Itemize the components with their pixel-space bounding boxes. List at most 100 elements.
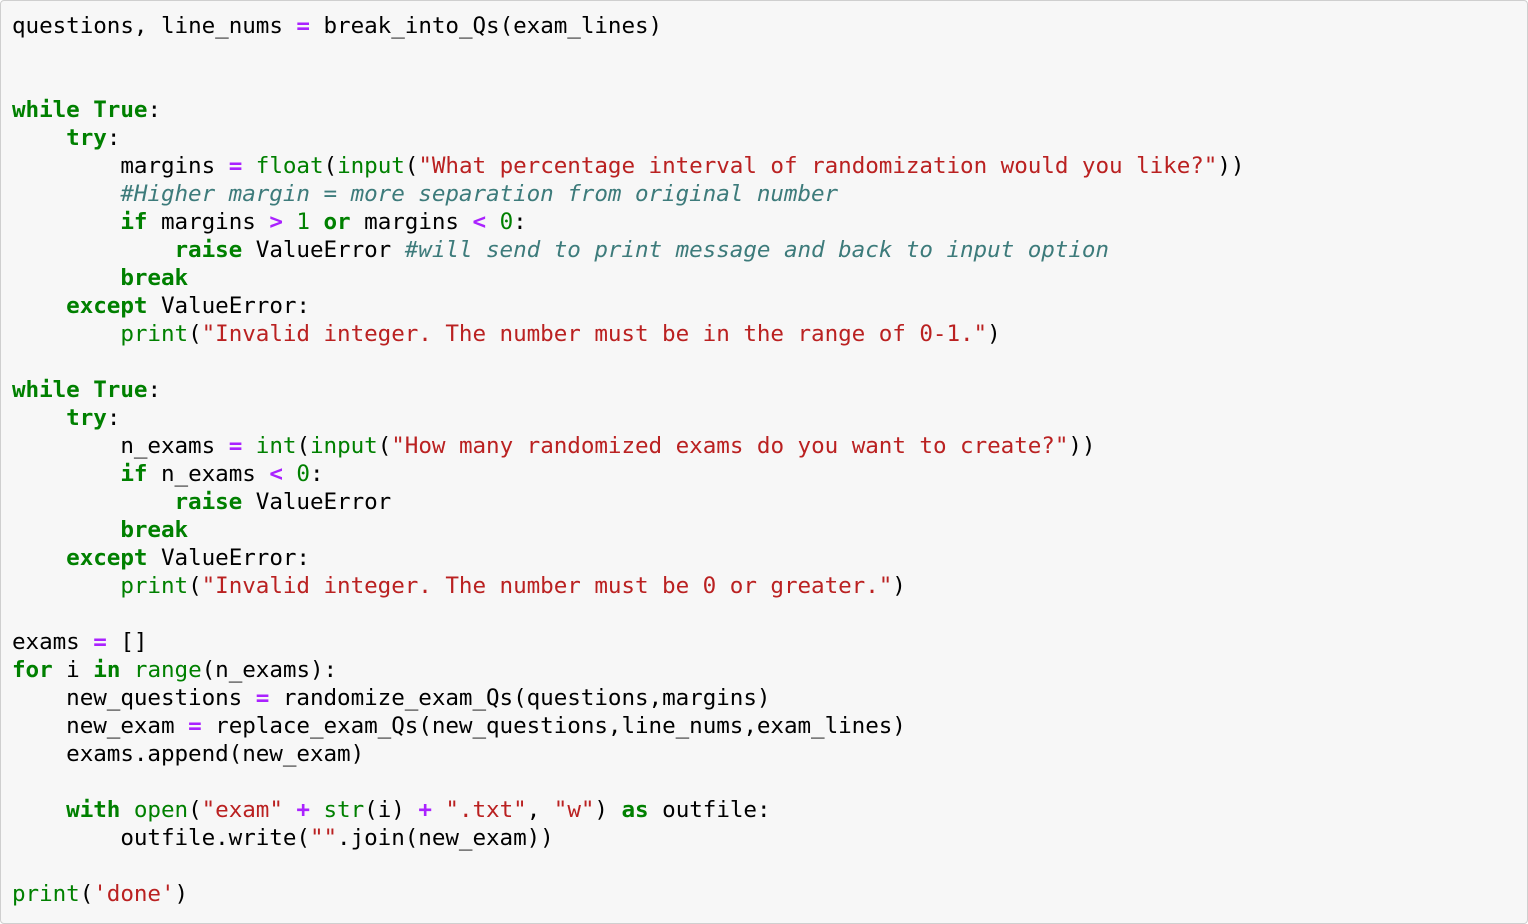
code-token-kc: True	[93, 97, 148, 123]
code-line: exams.append(new_exam)	[12, 740, 1527, 768]
code-token-p	[486, 209, 500, 235]
code-token-s: "w"	[553, 797, 595, 823]
code-token-nb: range	[133, 657, 202, 683]
code-token-k: while	[12, 97, 80, 123]
code-token-p: :	[106, 405, 121, 431]
code-token-s: ""	[309, 825, 338, 851]
code-line: except ValueError:	[12, 292, 1527, 320]
code-token-p: margins	[147, 209, 270, 235]
code-token-s: "Invalid integer. The number must be in …	[201, 321, 988, 347]
code-token-n: exams	[12, 629, 80, 655]
code-token-k: while	[12, 377, 80, 403]
code-token-p: :	[309, 461, 324, 487]
code-line: print("Invalid integer. The number must …	[12, 320, 1527, 348]
code-line: break	[12, 264, 1527, 292]
code-token-p	[80, 629, 94, 655]
code-token-p	[12, 321, 120, 347]
code-block[interactable]: questions, line_nums = break_into_Qs(exa…	[0, 0, 1528, 924]
code-token-p	[12, 685, 66, 711]
code-token-p	[242, 433, 256, 459]
code-token-k: or	[323, 209, 351, 235]
code-token-p	[215, 433, 229, 459]
code-line: for i in range(n_exams):	[12, 656, 1527, 684]
code-token-mi: 0	[499, 209, 514, 235]
code-token-c: #will send to print message and back to …	[404, 237, 1109, 263]
code-token-n: new_questions	[66, 685, 243, 711]
code-line: if n_exams < 0:	[12, 460, 1527, 488]
code-token-p: ))	[1217, 153, 1245, 179]
code-token-p: (n_exams):	[201, 657, 338, 683]
code-token-n: questions	[12, 13, 134, 39]
code-token-k: if	[120, 209, 148, 235]
code-token-p	[12, 797, 66, 823]
code-token-nb: input	[337, 153, 405, 179]
code-token-o: =	[228, 153, 243, 179]
code-token-p	[12, 125, 66, 151]
code-token-n: break_into_Qs	[323, 13, 500, 39]
code-token-o: =	[188, 713, 202, 739]
code-line: raise ValueError	[12, 488, 1527, 516]
code-token-p: :	[106, 125, 121, 151]
code-token-p: outfile.write(	[12, 825, 310, 851]
code-token-p	[12, 713, 66, 739]
code-token-nb: str	[323, 797, 365, 823]
code-token-n: margins	[120, 153, 216, 179]
code-token-k: as	[621, 797, 649, 823]
code-token-p	[310, 797, 324, 823]
code-token-p: exams.append(new_exam)	[12, 741, 365, 767]
code-token-s: "How many randomized exams do you want t…	[391, 433, 1069, 459]
code-token-k: if	[120, 461, 148, 487]
code-token-p: (	[404, 153, 419, 179]
code-token-p: :	[147, 97, 161, 123]
code-token-k: in	[93, 657, 121, 683]
code-line: new_exam = replace_exam_Qs(new_questions…	[12, 712, 1527, 740]
code-line: with open("exam" + str(i) + ".txt", "w")…	[12, 796, 1527, 824]
code-token-p: :	[513, 209, 527, 235]
code-token-p: )	[594, 797, 622, 823]
code-token-p: ValueError	[242, 237, 405, 263]
code-token-p	[310, 209, 324, 235]
code-token-p: ValueError:	[147, 545, 310, 571]
code-line: new_questions = randomize_exam_Qs(questi…	[12, 684, 1527, 712]
code-token-s: 'done'	[93, 881, 175, 907]
code-token-p	[310, 13, 324, 39]
code-listing[interactable]: questions, line_nums = break_into_Qs(exa…	[12, 12, 1527, 908]
code-token-p	[242, 685, 256, 711]
code-token-p	[12, 461, 120, 487]
code-line: questions, line_nums = break_into_Qs(exa…	[12, 12, 1527, 40]
code-token-k: break	[120, 265, 189, 291]
code-token-p: n_exams	[147, 461, 270, 487]
code-token-nb: print	[120, 573, 189, 599]
code-token-p: ))	[1068, 433, 1096, 459]
code-line: break	[12, 516, 1527, 544]
code-token-p: randomize_exam_Qs(	[269, 685, 527, 711]
code-token-s: "Invalid integer. The number must be 0 o…	[201, 573, 893, 599]
code-token-nb: int	[255, 433, 297, 459]
code-token-p	[283, 797, 297, 823]
code-token-p	[432, 797, 446, 823]
code-token-p: (	[377, 433, 392, 459]
code-token-n: new_exam	[66, 713, 175, 739]
code-token-p	[120, 657, 134, 683]
code-token-o: +	[296, 797, 310, 823]
code-token-p: (	[188, 573, 202, 599]
code-token-p	[12, 433, 120, 459]
code-token-o: <	[472, 209, 487, 235]
code-token-p: replace_exam_	[201, 713, 392, 739]
code-token-o: =	[296, 13, 310, 39]
code-token-p: )	[174, 881, 189, 907]
code-line: print("Invalid integer. The number must …	[12, 572, 1527, 600]
code-token-p: )	[892, 573, 906, 599]
code-token-k: except	[66, 293, 148, 319]
code-token-o: =	[93, 629, 107, 655]
code-token-k: for	[12, 657, 53, 683]
code-token-p: (	[188, 321, 202, 347]
code-token-p	[283, 461, 297, 487]
code-line: margins = float(input("What percentage i…	[12, 152, 1527, 180]
code-token-kc: True	[93, 377, 148, 403]
code-token-k: with	[66, 797, 121, 823]
code-token-p	[242, 153, 256, 179]
